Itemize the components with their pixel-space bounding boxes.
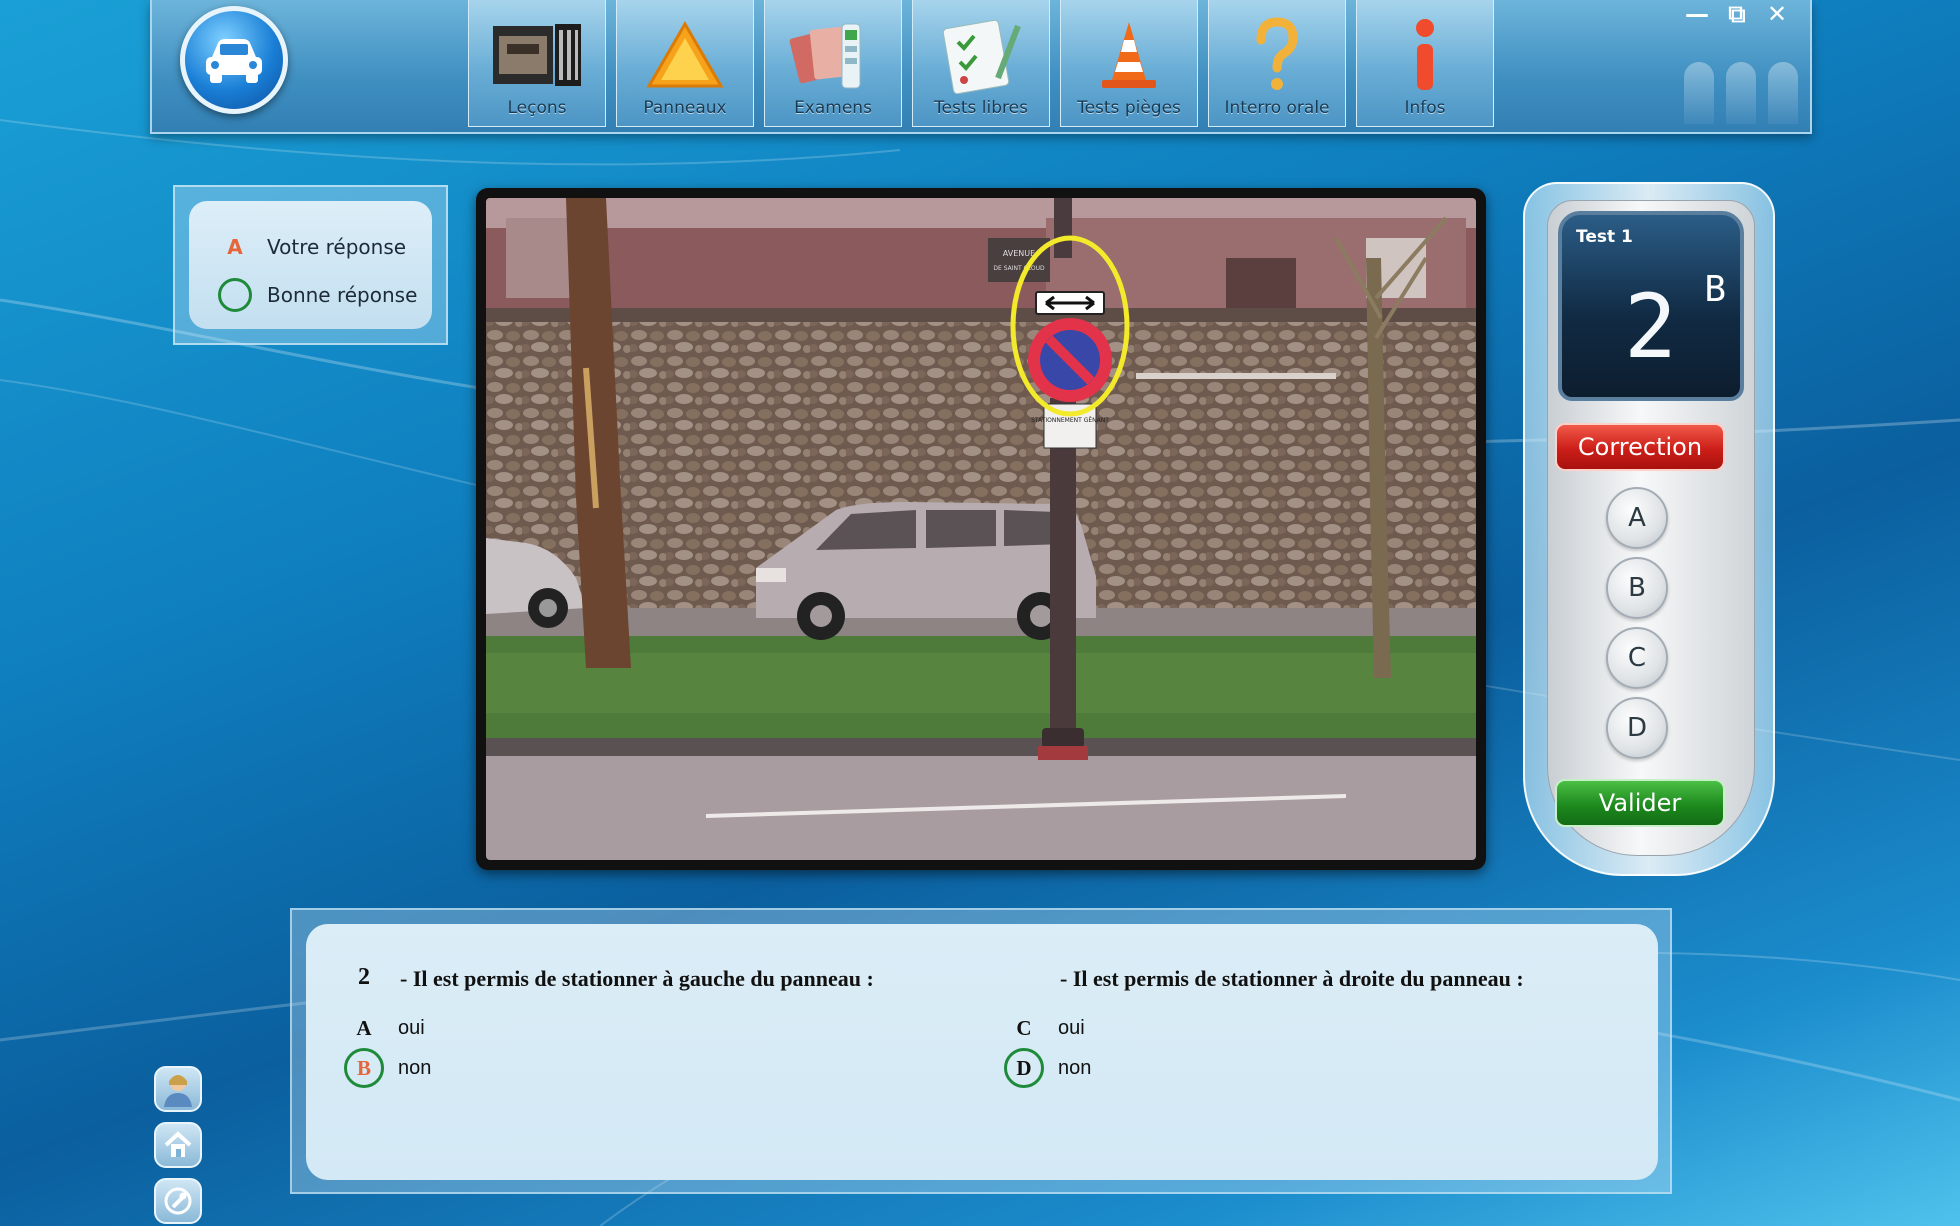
question-right-text: - Il est permis de stationner à droite d… xyxy=(1060,966,1524,991)
nav-examens[interactable]: Examens xyxy=(764,0,902,127)
question-panel: 2 - Il est permis de stationner à gauche… xyxy=(290,908,1672,1194)
toolbar-decoration xyxy=(1684,62,1798,124)
question-left-text: - Il est permis de stationner à gauche d… xyxy=(400,966,874,991)
app-logo[interactable] xyxy=(180,6,288,114)
validate-button[interactable]: Valider xyxy=(1555,779,1725,827)
option-a-letter: A xyxy=(356,1015,372,1040)
nav-tests-libres-label: Tests libres xyxy=(934,98,1028,118)
nav-panneaux[interactable]: Panneaux xyxy=(616,0,754,127)
question-photo: AVENUE DE SAINT CLOUD STATIONNEMENT GÊNA… xyxy=(476,188,1486,870)
street-scene-image: AVENUE DE SAINT CLOUD STATIONNEMENT GÊNA… xyxy=(486,198,1476,860)
side-shortcuts xyxy=(154,1066,202,1224)
option-a-text: oui xyxy=(398,1016,425,1039)
nav-interro-orale[interactable]: Interro orale xyxy=(1208,0,1346,127)
answer-key-b[interactable]: B xyxy=(1606,557,1668,619)
legend-user-answer: A Votre réponse xyxy=(217,223,432,271)
close-button[interactable]: ✕ xyxy=(1764,0,1790,28)
selected-letter-display: B xyxy=(1704,269,1726,310)
question-box: 2 - Il est permis de stationner à gauche… xyxy=(306,924,1658,1180)
nav-tests-pieges-label: Tests pièges xyxy=(1077,98,1181,118)
info-icon xyxy=(1405,14,1445,98)
answer-key-d[interactable]: D xyxy=(1606,697,1668,759)
option-c-letter: C xyxy=(1016,1015,1032,1040)
warning-triangle-icon xyxy=(645,14,725,98)
nav-panneaux-label: Panneaux xyxy=(643,98,727,118)
option-a[interactable]: A oui xyxy=(344,1008,425,1048)
option-b-text: non xyxy=(398,1056,432,1079)
street-sign-line1: AVENUE xyxy=(1003,249,1035,258)
answer-remote: Test 1 2 B Correction A B C D Valider xyxy=(1523,182,1775,876)
question-counter: Test 1 2 B xyxy=(1558,211,1744,401)
legend-panel: A Votre réponse Bonne réponse xyxy=(173,185,448,345)
home-button[interactable] xyxy=(154,1122,202,1168)
traffic-cone-icon xyxy=(1094,14,1164,98)
street-sign-line2: DE SAINT CLOUD xyxy=(993,265,1045,272)
question-number-display: 2 xyxy=(1624,275,1677,378)
option-d-letter: D xyxy=(1004,1048,1044,1088)
test-label: Test 1 xyxy=(1576,227,1633,247)
user-answer-mark: A xyxy=(227,235,243,259)
correction-button[interactable]: Correction xyxy=(1555,423,1725,471)
nav-tests-pieges[interactable]: Tests pièges xyxy=(1060,0,1198,127)
window-controls: — ⧉ ✕ xyxy=(1684,0,1790,28)
filmstrip-icon xyxy=(489,14,585,98)
nav-lecons-label: Leçons xyxy=(507,98,567,118)
answer-key-c[interactable]: C xyxy=(1606,627,1668,689)
restore-button[interactable]: ⧉ xyxy=(1724,0,1750,28)
correct-answer-circle-icon xyxy=(218,278,252,312)
nav-lecons[interactable]: Leçons xyxy=(468,0,606,127)
nav-tests-libres[interactable]: Tests libres xyxy=(912,0,1050,127)
nav-infos[interactable]: Infos xyxy=(1356,0,1494,127)
documents-icon xyxy=(788,14,878,98)
question-mark-icon xyxy=(1247,14,1307,98)
question-number: 2 xyxy=(358,964,370,990)
legend-user-answer-label: Votre réponse xyxy=(267,235,407,259)
option-b[interactable]: B non xyxy=(344,1048,431,1088)
option-c-text: oui xyxy=(1058,1016,1085,1039)
legend-correct-answer: Bonne réponse xyxy=(217,271,432,319)
option-d-text: non xyxy=(1058,1056,1092,1079)
remote-body: Test 1 2 B Correction A B C D Valider xyxy=(1547,200,1755,856)
user-avatar-button[interactable] xyxy=(154,1066,202,1112)
user-avatar-icon xyxy=(164,1075,192,1107)
nav-interro-orale-label: Interro orale xyxy=(1224,98,1330,118)
option-c[interactable]: C oui xyxy=(1004,1008,1085,1048)
nav-infos-label: Infos xyxy=(1404,98,1446,118)
minimize-button[interactable]: — xyxy=(1684,0,1710,28)
car-icon xyxy=(206,39,262,83)
legend-correct-answer-label: Bonne réponse xyxy=(267,283,418,307)
answer-keypad: A B C D xyxy=(1606,487,1668,767)
answer-key-a[interactable]: A xyxy=(1606,487,1668,549)
main-navigation: Leçons Panneaux Examens Tests libres Tes… xyxy=(468,0,1494,127)
home-icon xyxy=(164,1131,192,1157)
settings-button[interactable] xyxy=(154,1178,202,1224)
sign-plate-text: STATIONNEMENT GÊNANT xyxy=(1031,416,1109,424)
wrench-icon xyxy=(164,1187,192,1215)
option-b-letter: B xyxy=(344,1048,384,1088)
nav-examens-label: Examens xyxy=(794,98,872,118)
checklist-icon xyxy=(938,14,1024,98)
legend-box: A Votre réponse Bonne réponse xyxy=(189,201,432,329)
option-d[interactable]: D non xyxy=(1004,1048,1091,1088)
